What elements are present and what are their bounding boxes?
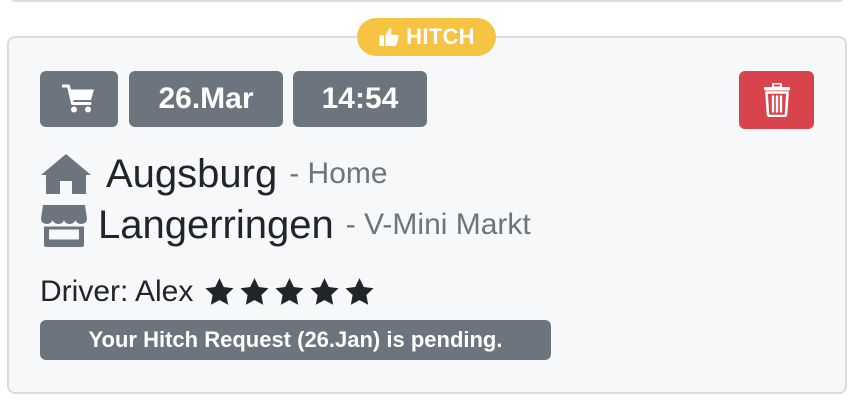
date-chip: 26.Mar — [129, 71, 283, 127]
request-status-badge: Your Hitch Request (26.Jan) is pending. — [40, 320, 551, 360]
destination-detail: - V-Mini Markt — [345, 208, 531, 241]
driver-label: Driver: Alex — [40, 275, 194, 308]
home-icon — [41, 154, 91, 194]
star-icon — [205, 277, 234, 305]
star-icon — [240, 277, 269, 305]
origin-name: Augsburg — [106, 151, 278, 196]
delete-button[interactable] — [739, 71, 814, 129]
star-icon — [275, 277, 304, 305]
time-chip: 14:54 — [293, 71, 427, 127]
star-icon — [345, 277, 374, 305]
shopping-cart-icon — [62, 84, 94, 113]
destination-name: Langerringen — [98, 202, 334, 247]
previous-card-edge — [8, 0, 846, 2]
driver-rating — [203, 276, 376, 309]
category-chip — [40, 71, 118, 127]
thumbs-up-icon — [379, 28, 399, 47]
hitch-badge-label: HITCH — [406, 24, 475, 49]
route-origin: Augsburg - Home — [40, 150, 388, 198]
hitch-badge: HITCH — [357, 18, 496, 56]
trash-icon — [763, 83, 790, 117]
star-icon — [310, 277, 339, 305]
driver-info: Driver: Alex — [40, 270, 376, 314]
route-destination: Langerringen - V-Mini Markt — [40, 200, 531, 250]
store-icon — [41, 205, 87, 247]
origin-detail: - Home — [289, 157, 388, 190]
